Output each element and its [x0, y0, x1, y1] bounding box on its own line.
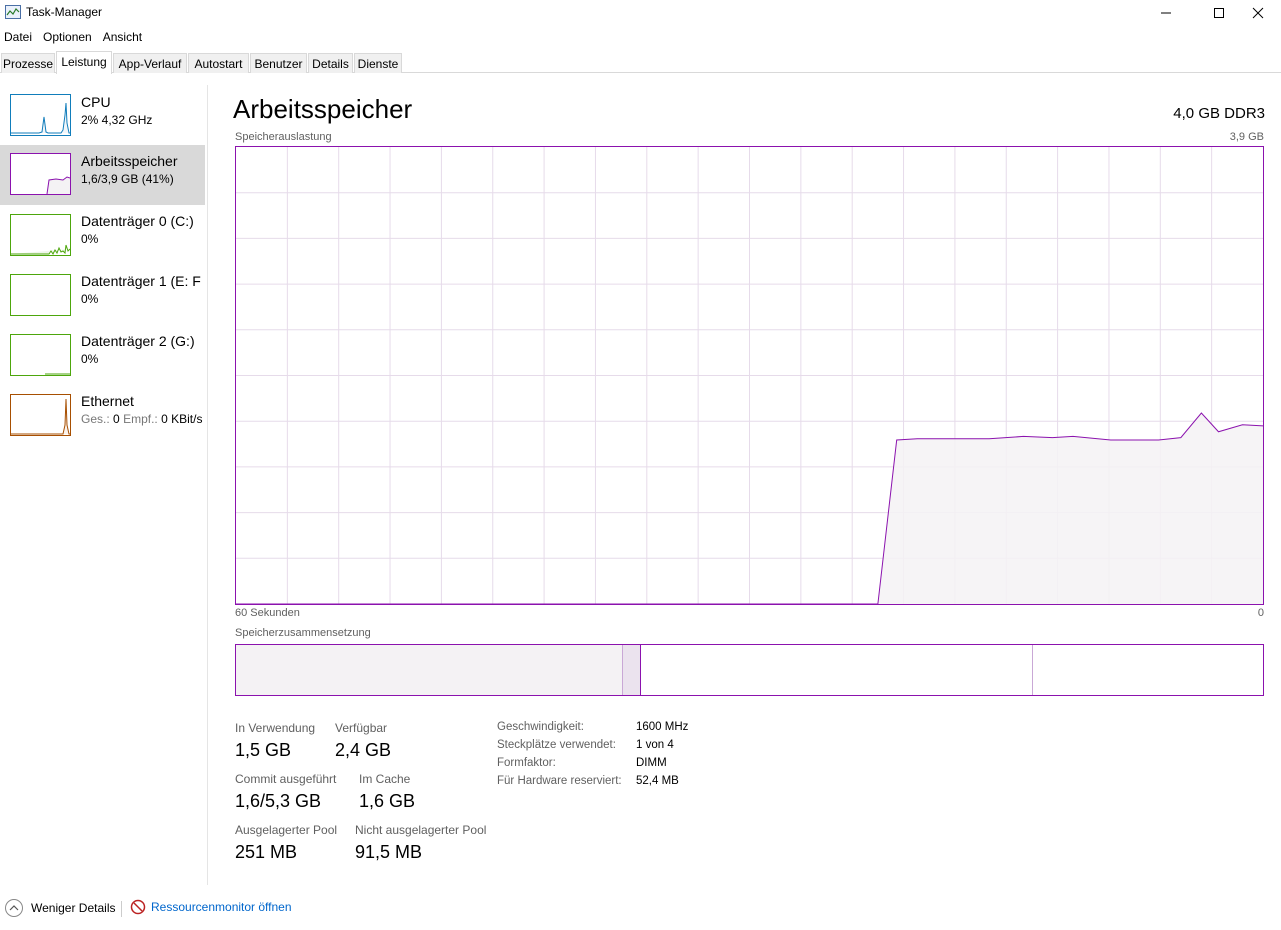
minimize-icon	[1161, 12, 1171, 14]
footer-separator	[121, 901, 122, 917]
minimize-button[interactable]	[1143, 0, 1189, 26]
composition-standby	[641, 645, 1033, 695]
sidebar-item-title: CPU	[81, 94, 111, 110]
resource-monitor-label: Ressourcenmonitor öffnen	[151, 900, 292, 914]
resource-monitor-icon	[130, 899, 146, 915]
tab-app-verlauf[interactable]: App-Verlauf	[113, 53, 187, 73]
close-icon	[1252, 7, 1264, 19]
sidebar-item-subtitle: 2% 4,32 GHz	[81, 113, 153, 127]
slots-label: Steckplätze verwendet:	[497, 739, 616, 751]
close-button[interactable]	[1235, 0, 1281, 26]
sidebar-item-subtitle: 0%	[81, 292, 99, 306]
receive-value: 0 KBit/s	[161, 412, 203, 426]
zero-label: 0	[1257, 607, 1264, 619]
menu-bar: Datei Optionen Ansicht	[0, 28, 149, 48]
send-value: 0	[113, 412, 120, 426]
sidebar-item-title: Ethernet	[81, 393, 134, 409]
sidebar-item-title: Datenträger 0 (C:)	[81, 213, 194, 229]
committed-label: Commit ausgeführt	[235, 772, 337, 786]
tab-autostart[interactable]: Autostart	[188, 53, 249, 73]
in-use-value: 1,5 GB	[235, 740, 292, 760]
composition-modified	[623, 645, 641, 695]
tab-details[interactable]: Details	[308, 53, 353, 73]
memory-thumbnail	[10, 153, 71, 195]
title-bar: Task-Manager	[0, 0, 1281, 26]
paged-pool-value: 251 MB	[235, 842, 298, 862]
form-factor-label: Formfaktor:	[497, 757, 556, 769]
available-value: 2,4 GB	[335, 740, 392, 760]
sidebar-item-subtitle: 0%	[81, 232, 99, 246]
hardware-reserved-label: Für Hardware reserviert:	[497, 775, 622, 787]
menu-optionen[interactable]: Optionen	[39, 28, 99, 48]
memory-usage-graph	[235, 146, 1264, 605]
nonpaged-pool-label: Nicht ausgelagerter Pool	[355, 823, 487, 837]
slots-value: 1 von 4	[636, 739, 674, 751]
performance-sidebar: CPU 2% 4,32 GHz Arbeitsspeicher 1,6/3,9 …	[0, 85, 208, 885]
hardware-reserved-value: 52,4 MB	[636, 775, 679, 787]
sidebar-item-subtitle: 1,6/3,9 GB (41%)	[81, 172, 174, 186]
sidebar-item-subtitle: Ges.: 0 Empf.: 0 KBit/s	[81, 412, 202, 426]
memory-composition-bar	[235, 644, 1264, 696]
memory-spec: 4,0 GB DDR3	[1173, 105, 1265, 122]
tab-dienste[interactable]: Dienste	[354, 53, 402, 73]
resource-monitor-link[interactable]: Ressourcenmonitor öffnen	[130, 899, 292, 915]
fewer-details-label: Weniger Details	[31, 901, 116, 915]
sidebar-item-title: Datenträger 2 (G:)	[81, 333, 195, 349]
sidebar-item-title: Datenträger 1 (E: F	[81, 273, 201, 289]
disk-0-thumbnail	[10, 214, 71, 256]
send-label: Ges.:	[81, 412, 110, 426]
sidebar-item-title: Arbeitsspeicher	[81, 153, 178, 169]
sidebar-item-subtitle: 0%	[81, 352, 99, 366]
menu-ansicht[interactable]: Ansicht	[99, 28, 149, 48]
fewer-details-button[interactable]: Weniger Details	[5, 899, 115, 917]
available-label: Verfügbar	[335, 721, 388, 735]
task-manager-icon	[5, 5, 21, 19]
composition-in-use	[236, 645, 623, 695]
committed-value: 1,6/5,3 GB	[235, 791, 322, 811]
tab-leistung[interactable]: Leistung	[56, 51, 112, 74]
sidebar-item-memory[interactable]: Arbeitsspeicher 1,6/3,9 GB (41%)	[0, 145, 205, 205]
in-use-label: In Verwendung	[235, 721, 316, 735]
composition-label: Speicherzusammensetzung	[235, 627, 371, 639]
max-label: 3,9 GB	[1229, 131, 1264, 143]
paged-pool-label: Ausgelagerter Pool	[235, 823, 338, 837]
composition-free	[1033, 645, 1263, 695]
nonpaged-pool-value: 91,5 MB	[355, 842, 423, 862]
chevron-up-icon	[5, 899, 23, 917]
speed-value: 1600 MHz	[636, 721, 689, 733]
page-title: Arbeitsspeicher	[233, 94, 413, 124]
disk-1-thumbnail	[10, 274, 71, 316]
ethernet-thumbnail	[10, 394, 71, 436]
sidebar-item-disk-0[interactable]: Datenträger 0 (C:) 0%	[0, 205, 205, 265]
receive-label: Empf.:	[123, 412, 158, 426]
speed-label: Geschwindigkeit:	[497, 721, 584, 733]
disk-2-thumbnail	[10, 334, 71, 376]
tab-prozesse[interactable]: Prozesse	[1, 53, 55, 73]
sidebar-item-disk-2[interactable]: Datenträger 2 (G:) 0%	[0, 325, 205, 385]
window-title: Task-Manager	[26, 5, 103, 19]
tab-benutzer[interactable]: Benutzer	[250, 53, 307, 73]
usage-label: Speicherauslastung	[235, 131, 332, 143]
maximize-icon	[1214, 8, 1224, 18]
menu-datei[interactable]: Datei	[0, 28, 39, 48]
sidebar-item-disk-1[interactable]: Datenträger 1 (E: F 0%	[0, 265, 205, 325]
time-label: 60 Sekunden	[235, 607, 300, 619]
sidebar-item-ethernet[interactable]: Ethernet Ges.: 0 Empf.: 0 KBit/s	[0, 385, 205, 445]
cpu-thumbnail	[10, 94, 71, 136]
cached-label: Im Cache	[359, 772, 411, 786]
form-factor-value: DIMM	[636, 757, 667, 769]
footer: Weniger Details Ressourcenmonitor öffnen	[0, 896, 1281, 922]
tab-bar: Prozesse Leistung App-Verlauf Autostart …	[0, 51, 1281, 74]
cached-value: 1,6 GB	[359, 791, 416, 811]
sidebar-item-cpu[interactable]: CPU 2% 4,32 GHz	[0, 86, 205, 146]
memory-usage-chart	[236, 147, 1264, 605]
